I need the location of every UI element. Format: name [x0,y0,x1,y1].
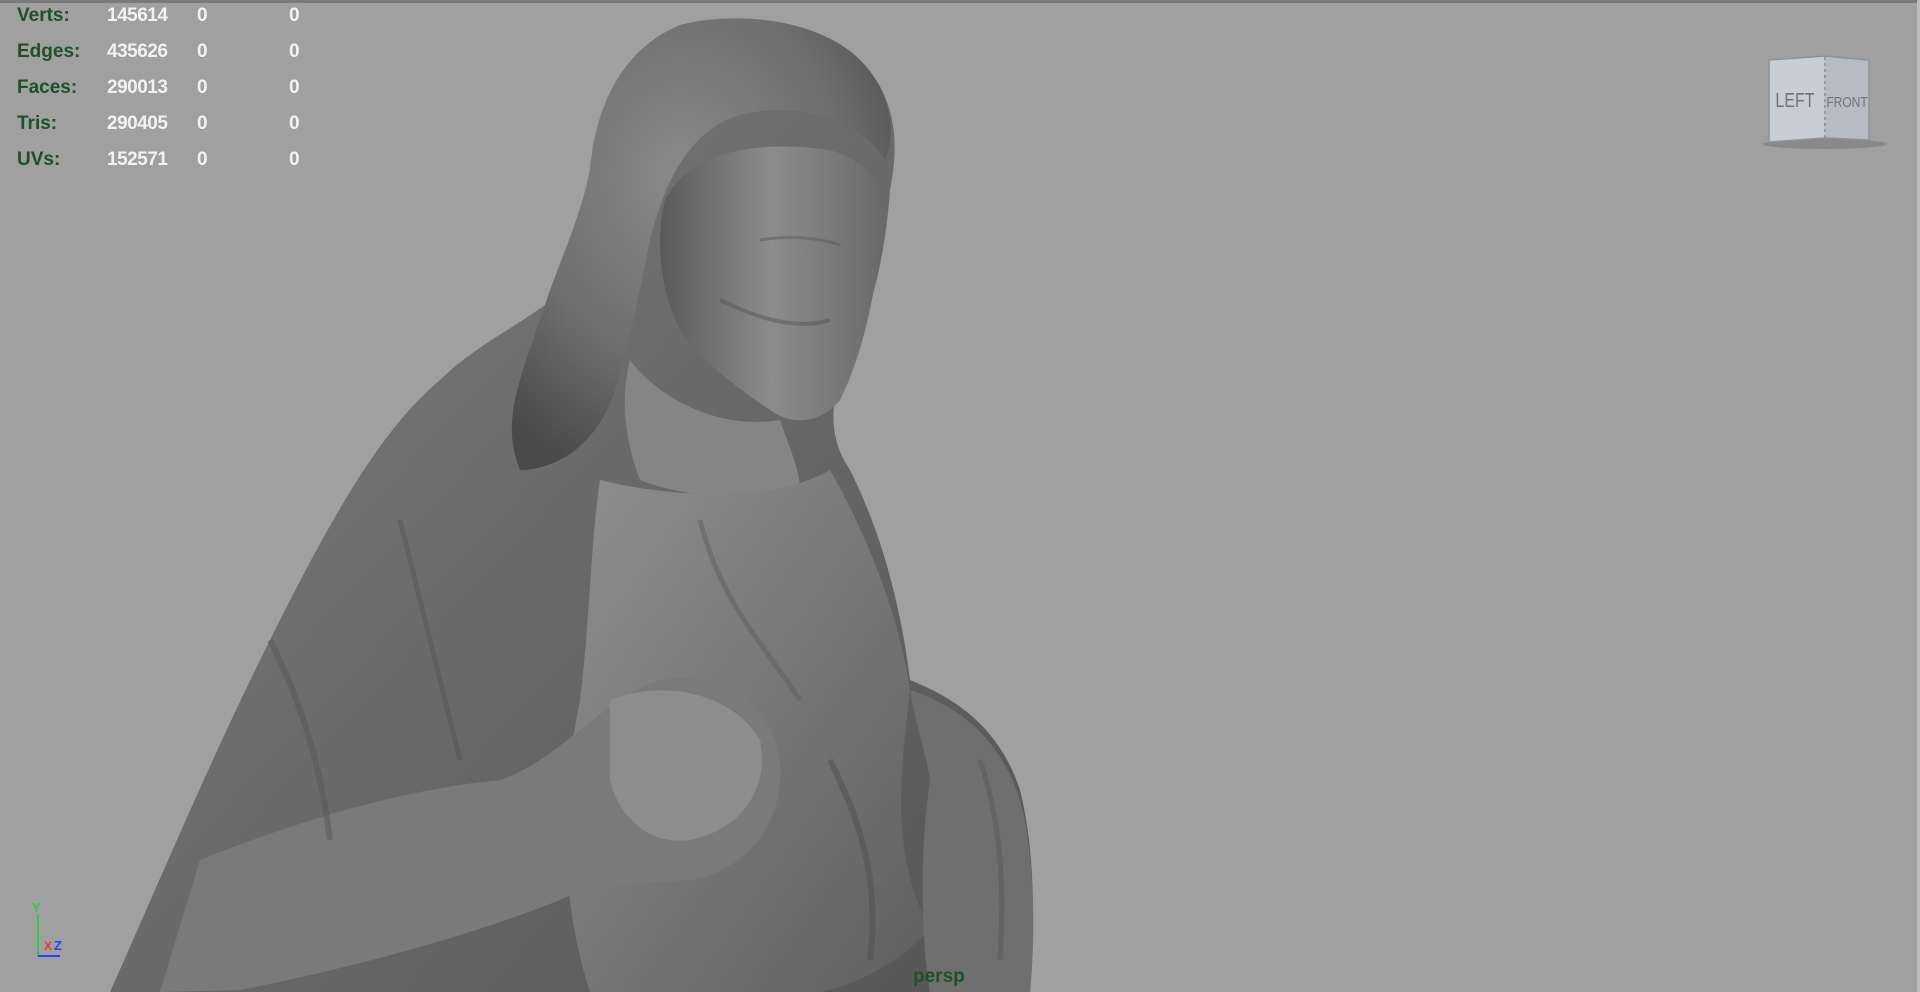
hud-value: 0 [197,149,208,170]
hud-value: 435626 [107,41,168,62]
axis-gizmo: Y X Z [32,900,62,957]
view-cube-left-label: LEFT [1775,89,1814,111]
statue-mesh[interactable] [0,0,1920,992]
y-axis-label: Y [32,900,41,915]
view-cube-front-label: FRONT [1826,94,1867,111]
hud-label: Tris: [17,113,58,134]
hud-label: Edges: [17,41,81,62]
hud-value: 290013 [107,77,168,98]
hud-value: 0 [289,113,300,134]
view-cube[interactable]: LEFT FRONT [1755,52,1895,152]
hud-value: 145614 [107,5,168,26]
hud-value: 0 [289,149,300,170]
hud-value: 0 [289,41,300,62]
hud-value: 0 [289,5,300,26]
hud-value: 0 [197,77,208,98]
x-axis-label: X [44,939,52,953]
hud-value: 152571 [107,149,168,170]
hud-value: 0 [197,41,208,62]
hud-value: 0 [289,77,300,98]
z-axis-label: Z [54,938,62,953]
hud-label: UVs: [17,149,61,170]
hud-value: 0 [197,5,208,26]
hud-value: 290405 [107,113,168,134]
camera-name-label: persp [913,966,965,987]
hud-value: 0 [197,113,208,134]
hud-label: Verts: [17,5,70,26]
hud-label: Faces: [17,77,78,98]
